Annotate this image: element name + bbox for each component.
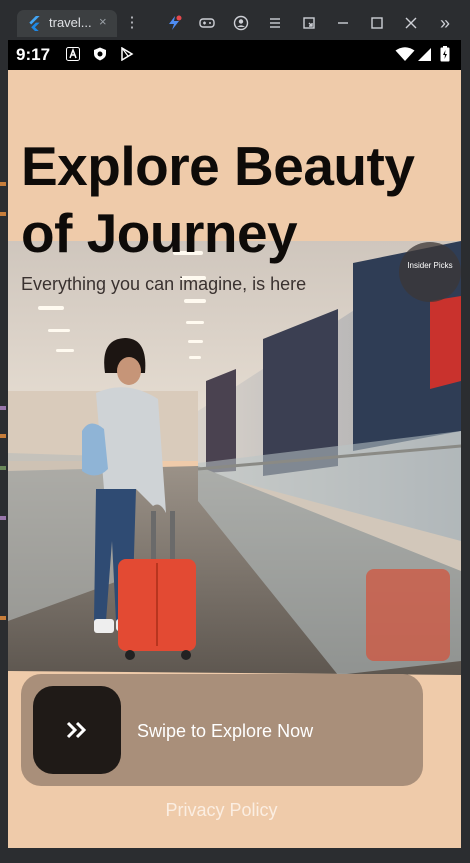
shield-icon [94,47,106,61]
gamepad-icon[interactable] [196,12,218,34]
hero-image [8,241,461,675]
maximize-icon[interactable] [366,12,388,34]
phone-screen: 9:17 Explore Beauty of Journey Everythin… [8,40,461,848]
overflow-icon[interactable]: » [434,12,456,34]
minimize-icon[interactable] [332,12,354,34]
privacy-policy-link[interactable]: Privacy Policy [8,800,435,821]
more-actions-icon[interactable]: ⋮ [121,12,143,34]
page-title: Explore Beauty of Journey [21,133,415,267]
editor-tab[interactable]: travel... × [17,10,117,37]
headline-line2: of Journey [21,202,298,264]
restore-icon[interactable] [298,12,320,34]
insider-picks-badge[interactable]: Insider Picks [399,242,461,302]
tab-label: travel... [49,15,92,30]
double-chevron-right-icon [66,721,87,739]
headline-line1: Explore Beauty [21,135,415,197]
swipe-to-explore[interactable]: Swipe to Explore Now [21,674,423,786]
code-gutter [0,46,8,863]
flutter-icon [29,16,40,31]
close-window-icon[interactable] [400,12,422,34]
play-store-icon [121,47,134,61]
menu-icon[interactable] [264,12,286,34]
status-time: 9:17 [16,45,51,64]
account-icon[interactable] [230,12,252,34]
wifi-icon [395,47,415,61]
swipe-handle[interactable] [33,686,121,774]
battery-icon [440,46,450,62]
power-save-icon[interactable] [163,12,185,34]
side-panel [461,46,470,863]
status-bar: 9:17 [8,40,461,70]
swipe-label: Swipe to Explore Now [137,721,314,741]
close-icon[interactable]: × [99,14,107,29]
page-subtitle: Everything you can imagine, is here [21,274,307,294]
a-icon [66,47,80,61]
signal-icon [418,48,431,61]
